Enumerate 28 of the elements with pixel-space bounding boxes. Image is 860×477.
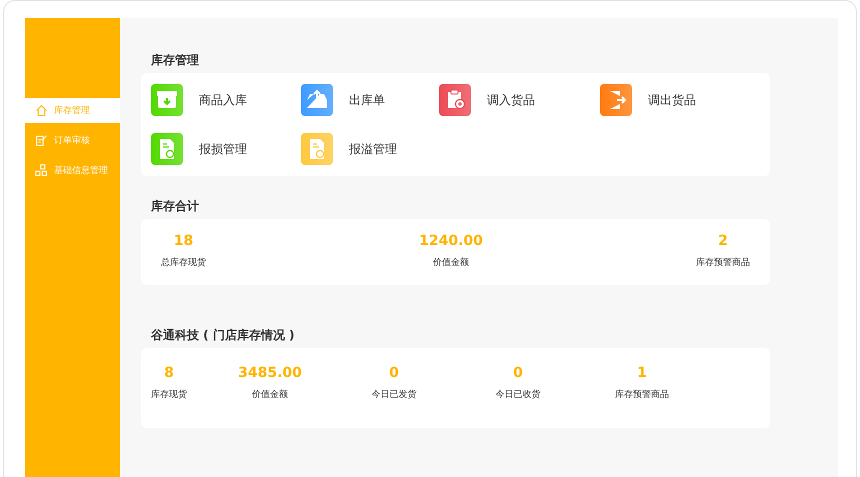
edit-icon bbox=[35, 134, 48, 147]
stat-label: 库存现货 bbox=[151, 388, 187, 401]
section-title: 库存合计 bbox=[151, 198, 200, 214]
stat-label: 价值金额 bbox=[432, 256, 469, 269]
stat-label: 库存预警商品 bbox=[615, 388, 669, 401]
section-title: 谷通科技 ( 门店库存情况 ) bbox=[151, 327, 296, 343]
stat-label: 今日已收货 bbox=[496, 388, 540, 401]
stat-value: 1 bbox=[637, 365, 647, 383]
action-item[interactable]: 调入货品 bbox=[439, 84, 600, 116]
blocks-icon bbox=[35, 164, 48, 177]
action-item[interactable]: 报溢管理 bbox=[301, 133, 439, 165]
stat-label: 总库存现货 bbox=[161, 256, 206, 269]
stat-label: 价值金额 bbox=[252, 388, 288, 401]
action-item[interactable]: 商品入库 bbox=[151, 84, 301, 116]
action-item[interactable]: 出库单 bbox=[301, 84, 439, 116]
stat-value: 18 bbox=[174, 233, 194, 251]
stat-label: 库存预警商品 bbox=[696, 256, 750, 269]
stat-value: 2 bbox=[718, 233, 728, 251]
stat-value: 0 bbox=[513, 365, 523, 383]
stat-value: 0 bbox=[389, 365, 399, 383]
action-item[interactable]: 报损管理 bbox=[151, 133, 301, 165]
stat-value: 8 bbox=[164, 365, 174, 383]
stat-value: 3485.00 bbox=[238, 365, 302, 383]
section-title: 库存管理 bbox=[151, 52, 200, 68]
stat-label: 今日已发货 bbox=[372, 388, 416, 401]
action-item[interactable]: 调出货品 bbox=[600, 84, 760, 116]
house-icon bbox=[35, 104, 48, 117]
stat-value: 1240.00 bbox=[419, 233, 483, 251]
